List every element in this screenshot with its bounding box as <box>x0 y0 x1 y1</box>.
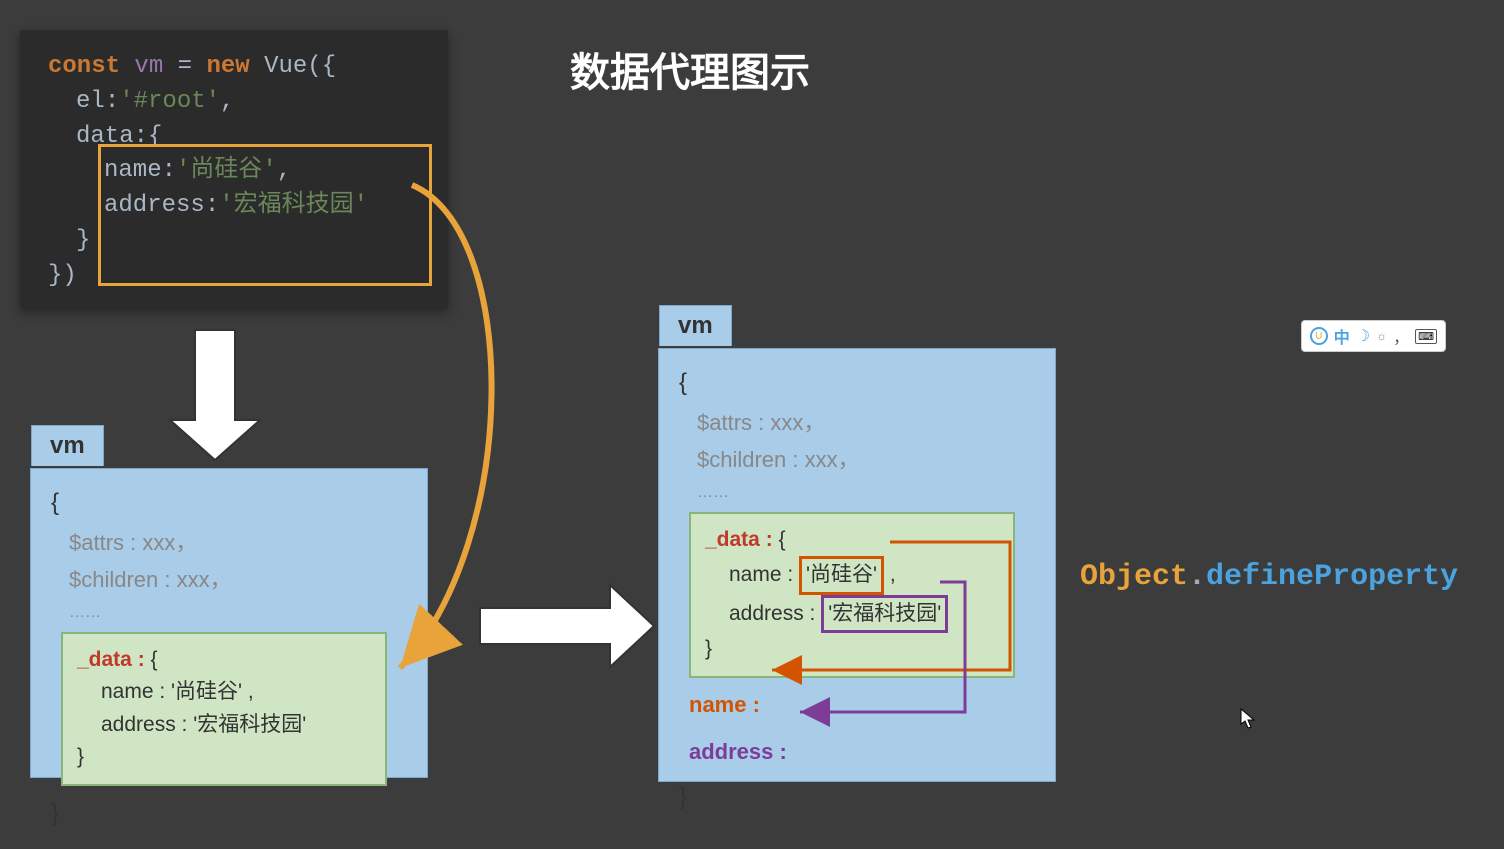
el-prop: el <box>76 88 105 115</box>
moon-icon[interactable]: ☽ <box>1356 326 1370 346</box>
name-value: '尚硅谷' <box>176 157 277 184</box>
attrs-line: $attrs : xxx， <box>51 524 407 561</box>
data-label-left: _data : <box>77 648 145 671</box>
arrow-down-white <box>170 330 260 460</box>
odp-dot: . <box>1188 560 1206 594</box>
vm-tab-left: vm <box>31 425 104 466</box>
ime-lang[interactable]: 中 <box>1334 324 1350 348</box>
name-comma: , <box>884 563 896 586</box>
new-keyword: new <box>206 53 249 80</box>
data-prop: data <box>76 123 134 150</box>
children-line-r: $children : xxx， <box>679 441 1035 478</box>
class-name: Vue <box>264 53 307 80</box>
arrow-right-white <box>480 585 654 667</box>
address-prop: address <box>104 192 205 219</box>
proxy-name-prop: name : <box>689 692 760 717</box>
address-line-left: address : '宏福科技园' <box>77 709 371 742</box>
diagram-title: 数据代理图示 <box>570 40 810 98</box>
el-value: '#root' <box>119 88 220 115</box>
odp-method: defineProperty <box>1206 560 1458 594</box>
ime-logo-icon[interactable]: U <box>1310 327 1328 345</box>
ime-punct[interactable]: ， <box>1393 324 1409 348</box>
vm-instance-left: vm { $attrs : xxx， $children : xxx， …… _… <box>30 468 428 778</box>
name-key-r: name : <box>729 563 793 586</box>
name-prop: name <box>104 157 162 184</box>
data-label-right: _data : <box>705 528 773 551</box>
object-define-property-label: Object.defineProperty <box>1080 560 1458 594</box>
ellipsis-r: …… <box>679 479 1035 506</box>
sun-icon[interactable]: ☼ <box>1376 329 1387 343</box>
address-key-r: address : <box>729 602 815 625</box>
keyboard-icon[interactable]: ⌨ <box>1415 329 1437 344</box>
name-line-left: name : '尚硅谷' , <box>77 676 371 709</box>
ellipsis: …… <box>51 599 407 626</box>
odp-object: Object <box>1080 560 1188 594</box>
const-keyword: const <box>48 53 120 80</box>
address-value: '宏福科技园' <box>219 192 368 219</box>
vm-instance-right: vm { $attrs : xxx， $children : xxx， …… _… <box>658 348 1056 782</box>
attrs-line-r: $attrs : xxx， <box>679 404 1035 441</box>
data-box-left: _data : { name : '尚硅谷' , address : '宏福科技… <box>61 632 387 786</box>
vue-code-snippet: const vm = new Vue({ el:'#root', data:{ … <box>20 30 448 308</box>
proxy-address-prop: address : <box>689 739 787 764</box>
children-line: $children : xxx， <box>51 561 407 598</box>
cursor-icon <box>1240 708 1256 730</box>
variable-name: vm <box>134 53 163 80</box>
name-val-box: '尚硅谷' <box>799 556 884 595</box>
equals: = <box>178 53 192 80</box>
data-box-right: _data : { name : '尚硅谷' , address : '宏福科技… <box>689 512 1015 678</box>
address-val-box: '宏福科技园' <box>821 595 948 634</box>
ime-toolbar[interactable]: U 中 ☽ ☼ ， ⌨ <box>1301 320 1446 352</box>
vm-tab-right: vm <box>659 305 732 346</box>
